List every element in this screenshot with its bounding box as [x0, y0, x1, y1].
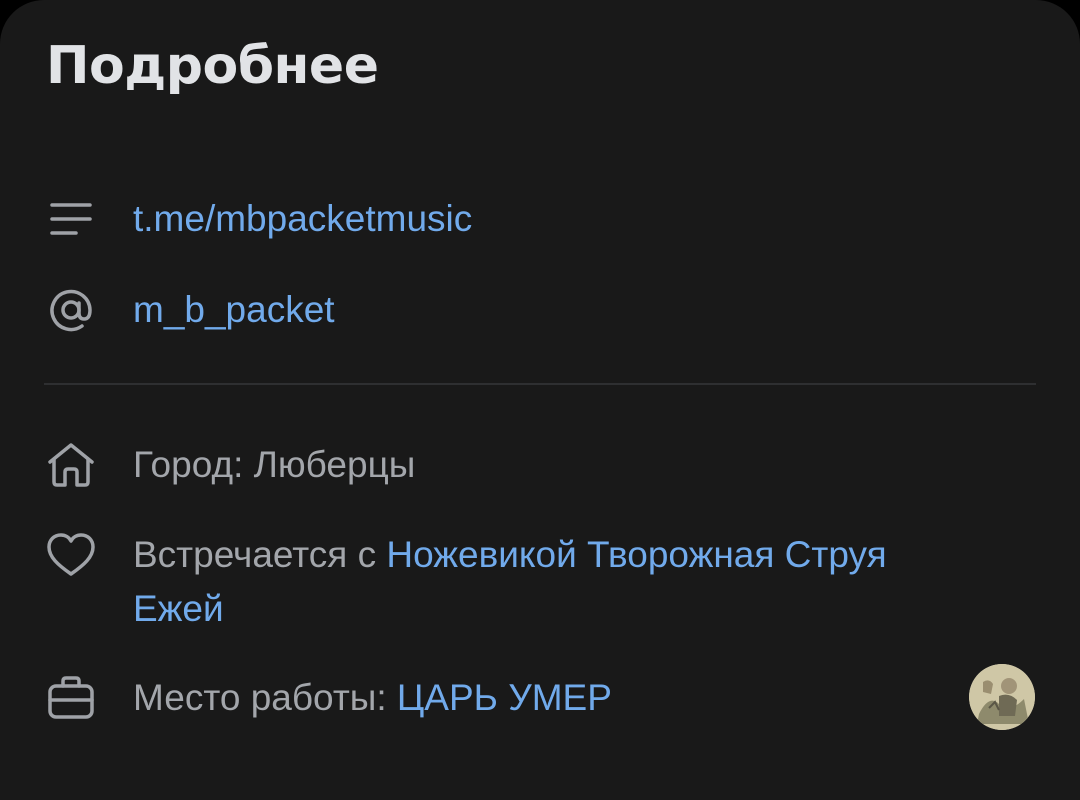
relationship-prefix: Встречается с — [133, 534, 387, 575]
telegram-link[interactable]: t.me/mbpacketmusic — [133, 192, 472, 246]
briefcase-icon — [44, 671, 98, 725]
at-sign-icon — [44, 283, 98, 337]
relationship-text: Встречается с Ножевикой Творожная Струя — [133, 528, 887, 582]
city-row: Город: Люберцы — [0, 438, 1080, 492]
username-row[interactable]: m_b_packet — [0, 283, 1080, 337]
work-label: Место работы: — [133, 677, 397, 718]
relationship-partner-link[interactable]: Ножевикой Творожная Струя — [386, 534, 886, 575]
website-row[interactable]: t.me/mbpacketmusic — [0, 192, 1080, 246]
section-title: Подробнее — [46, 36, 379, 96]
home-icon — [44, 438, 98, 492]
work-link[interactable]: ЦАРЬ УМЕР — [397, 677, 612, 718]
heart-icon — [44, 528, 98, 582]
city-label: Город: Люберцы — [133, 444, 416, 485]
lines-icon — [44, 192, 98, 246]
divider — [44, 383, 1036, 385]
relationship-row: Встречается с Ножевикой Творожная Струя … — [0, 528, 1080, 636]
work-row: Место работы: ЦАРЬ УМЕР — [0, 671, 1080, 725]
work-text: Место работы: ЦАРЬ УМЕР — [133, 671, 612, 725]
username-link[interactable]: m_b_packet — [133, 283, 335, 337]
details-panel: Подробнее t.me/mbpacketmusic m_b_packet … — [0, 0, 1080, 800]
relationship-partner-link-line2[interactable]: Ежей — [133, 582, 224, 636]
avatar[interactable] — [969, 664, 1035, 730]
